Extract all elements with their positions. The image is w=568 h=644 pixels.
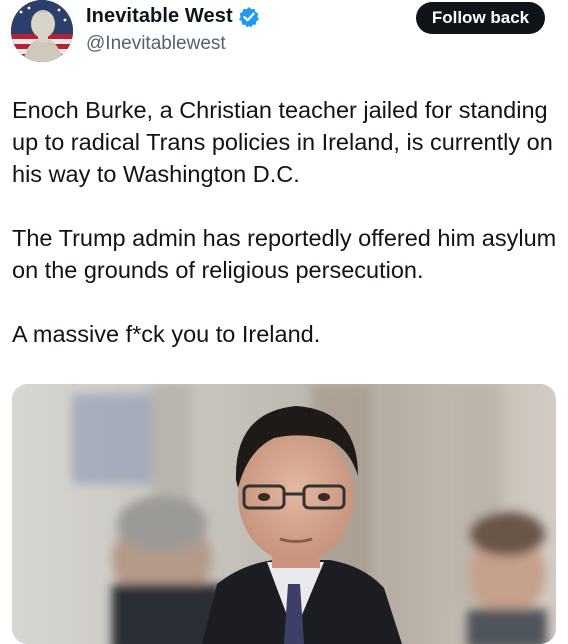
tweet-paragraph: The Trump admin has reportedly offered h…: [12, 225, 557, 283]
verified-badge-icon: [238, 6, 260, 28]
author-handle[interactable]: @Inevitablewest: [86, 33, 226, 55]
tweet-header: Inevitable West @Inevitablewest Follow b…: [0, 0, 568, 70]
tweet-paragraph: Enoch Burke, a Christian teacher jailed …: [12, 97, 553, 187]
author-avatar[interactable]: [11, 0, 73, 62]
photo-image: [12, 384, 556, 644]
author-display-name[interactable]: Inevitable West: [86, 5, 233, 28]
author-name-row: Inevitable West: [86, 5, 260, 28]
tweet-media-photo[interactable]: [12, 384, 556, 644]
tweet-text: Enoch Burke, a Christian teacher jailed …: [12, 94, 560, 350]
follow-back-button[interactable]: Follow back: [416, 2, 545, 34]
tweet-paragraph: A massive f*ck you to Ireland.: [12, 321, 321, 347]
statue-flag-avatar-icon: [11, 0, 73, 62]
